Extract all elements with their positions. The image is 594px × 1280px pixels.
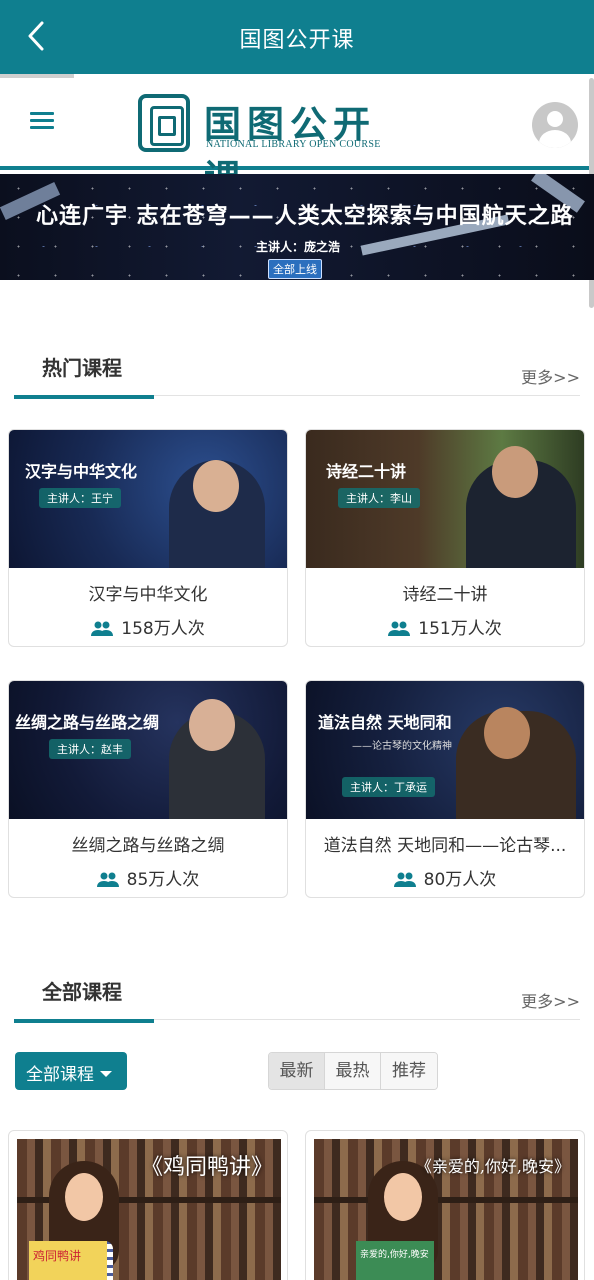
section-underline <box>14 395 154 399</box>
course-card[interactable]: 汉字与中华文化 主讲人：王宁 汉字与中华文化 158万人次 <box>8 429 288 647</box>
app-bar: 国图公开课 <box>0 0 594 74</box>
people-icon <box>388 621 411 636</box>
user-avatar-icon[interactable] <box>532 102 578 148</box>
course-card[interactable]: 丝绸之路与丝路之绸 主讲人：赵丰 丝绸之路与丝路之绸 85万人次 <box>8 680 288 898</box>
course-card[interactable]: 诗经二十讲 主讲人：李山 诗经二十讲 151万人次 <box>305 429 585 647</box>
tab-hottest[interactable]: 最热 <box>325 1053 381 1089</box>
course-thumbnail: 道法自然 天地同和 ——论古琴的文化精神 主讲人：丁承运 <box>306 681 584 819</box>
book-cover: 鸡同鸭讲 <box>29 1241 107 1280</box>
menu-icon[interactable] <box>30 112 54 132</box>
thumb-subtitle: ——论古琴的文化精神 <box>352 741 452 752</box>
thumb-title: 汉字与中华文化 <box>25 462 138 481</box>
filter-label: 全部课程 <box>26 1065 94 1085</box>
thumb-speaker: 主讲人：丁承运 <box>342 777 435 797</box>
tab-newest[interactable]: 最新 <box>269 1053 325 1089</box>
caret-down-icon <box>100 1071 112 1077</box>
course-card[interactable]: 道法自然 天地同和 ——论古琴的文化精神 主讲人：丁承运 道法自然 天地同和——… <box>305 680 585 898</box>
section-title: 全部课程 <box>42 980 122 1004</box>
book-text: 鸡同鸭讲 <box>33 1249 82 1263</box>
course-views: 151万人次 <box>306 614 584 639</box>
people-icon <box>96 872 119 887</box>
people-icon <box>91 621 114 636</box>
course-card[interactable]: 亲爱的,你好,晚安 《亲爱的,你好,晚安》 <box>305 1130 585 1280</box>
thumb-speaker: 主讲人：李山 <box>338 488 420 508</box>
sort-tabs: 最新 最热 推荐 <box>268 1052 438 1090</box>
course-views: 80万人次 <box>306 865 584 890</box>
site-logo[interactable]: 国图公开课 NATIONAL LIBRARY OPEN COURSE <box>138 92 413 200</box>
course-name: 丝绸之路与丝路之绸 <box>71 836 225 856</box>
logo-text-en: NATIONAL LIBRARY OPEN COURSE <box>206 139 381 150</box>
thumb-title: 诗经二十讲 <box>326 462 407 481</box>
course-thumbnail: 丝绸之路与丝路之绸 主讲人：赵丰 <box>9 681 287 819</box>
book-text: 亲爱的,你好,晚安 <box>360 1250 429 1260</box>
site-header: 国图公开课 NATIONAL LIBRARY OPEN COURSE <box>0 78 594 200</box>
section-underline <box>14 1019 154 1023</box>
tab-recommended[interactable]: 推荐 <box>381 1053 437 1089</box>
thumb-title: 《亲爱的,你好,晚安》 <box>415 1157 570 1176</box>
course-views: 85万人次 <box>9 865 287 890</box>
banner-badge: 全部上线 <box>268 259 322 279</box>
section-title: 热门课程 <box>42 356 122 380</box>
more-link[interactable]: 更多>> <box>521 988 580 1012</box>
course-views: 158万人次 <box>9 614 287 639</box>
thumb-title: 《鸡同鸭讲》 <box>140 1155 273 1180</box>
all-courses-header: 全部课程 更多>> <box>14 968 580 1023</box>
book-cover: 亲爱的,你好,晚安 <box>356 1241 434 1280</box>
category-filter-dropdown[interactable]: 全部课程 <box>15 1052 127 1090</box>
course-name: 汉字与中华文化 <box>88 585 208 605</box>
banner-headline: 心连广宇 志在苍穹——人类太空探索与中国航天之路 <box>36 204 574 229</box>
hot-courses-header: 热门课程 更多>> <box>14 344 580 399</box>
course-name: 诗经二十讲 <box>402 585 488 605</box>
people-icon <box>393 872 416 887</box>
thumb-title: 道法自然 天地同和 <box>318 713 452 732</box>
banner-host: 主讲人：庞之浩 <box>256 240 341 254</box>
thumb-speaker: 主讲人：赵丰 <box>49 739 131 759</box>
promo-banner[interactable]: 心连广宇 志在苍穹——人类太空探索与中国航天之路 主讲人：庞之浩 全部上线 <box>0 174 594 280</box>
logo-seal-icon <box>138 94 190 152</box>
app-title: 国图公开课 <box>239 28 355 53</box>
views-count: 158万人次 <box>121 619 205 639</box>
more-link[interactable]: 更多>> <box>521 364 580 388</box>
course-thumbnail: 诗经二十讲 主讲人：李山 <box>306 430 584 568</box>
views-count: 80万人次 <box>423 870 497 890</box>
course-card[interactable]: 鸡同鸭讲 《鸡同鸭讲》 <box>8 1130 288 1280</box>
thumb-speaker: 主讲人：王宁 <box>39 488 121 508</box>
views-count: 151万人次 <box>418 619 502 639</box>
views-count: 85万人次 <box>126 870 200 890</box>
course-name: 道法自然 天地同和——论古琴... <box>323 836 567 856</box>
thumb-title: 丝绸之路与丝路之绸 <box>15 713 160 732</box>
course-thumbnail: 汉字与中华文化 主讲人：王宁 <box>9 430 287 568</box>
